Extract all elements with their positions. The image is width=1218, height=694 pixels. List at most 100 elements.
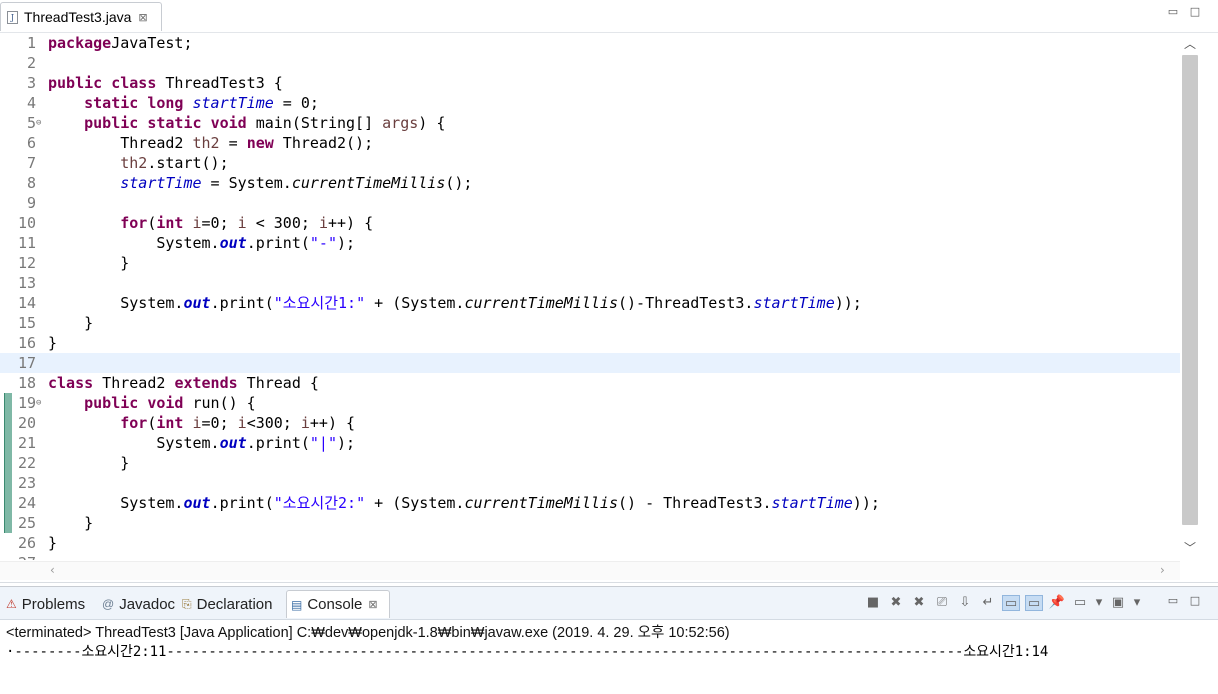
console-output[interactable]: ·--------소요시간2:11-----------------------… <box>0 641 1218 663</box>
code-line[interactable]: 11 System.out.print("-"); <box>0 233 1180 253</box>
code-area[interactable]: 1 packageJavaTest; 2 3 public class ThreadTe… <box>0 33 1180 560</box>
code-token: currentTimeMillis <box>291 174 446 192</box>
code-line[interactable]: 20 for(int i=0; i<300; i++) { <box>0 413 1180 433</box>
tab-javadoc[interactable]: @ Javadoc <box>98 591 176 617</box>
code-token: th2 <box>120 154 148 172</box>
line-number: 16 <box>17 334 36 352</box>
tab-label: Declaration <box>196 595 273 613</box>
code-line[interactable]: 3 public class ThreadTest3 { <box>0 73 1180 93</box>
open-console-dropdown-icon[interactable]: ▾ <box>1132 595 1142 611</box>
code-line[interactable]: 10 for(int i=0; i < 300; i++) { <box>0 213 1180 233</box>
fold-toggle-icon[interactable]: ⊖ <box>36 393 41 413</box>
close-tab-icon[interactable]: ⊠ <box>138 11 147 24</box>
code-token: ); <box>337 434 356 452</box>
tab-declaration[interactable]: ⎘ Declaration <box>178 591 284 617</box>
line-number: 3 <box>26 74 36 92</box>
code-token: new <box>246 134 274 152</box>
editor-tab-threadtest3[interactable]: J ThreadTest3.java ⊠ <box>0 2 162 31</box>
code-line[interactable]: 9 <box>0 193 1180 213</box>
code-token: public <box>48 74 103 92</box>
code-line[interactable]: 7 th2.start(); <box>0 153 1180 173</box>
code-text: Thread2 th2 = new Thread2(); <box>48 133 373 153</box>
pin-console-icon[interactable]: 📌 <box>1048 595 1066 611</box>
display-console-icon[interactable]: ▭ <box>1071 595 1089 611</box>
code-line[interactable]: 21 System.out.print("|"); <box>0 433 1180 453</box>
code-token: Thread2 <box>93 374 175 392</box>
clear-console-icon[interactable]: ⎚ <box>933 595 951 611</box>
horizontal-scrollbar[interactable]: ‹ › <box>0 561 1180 580</box>
code-line[interactable]: 5 ⊖ public static void main(String[] args… <box>0 113 1180 133</box>
code-line[interactable]: 18 class Thread2 extends Thread { <box>0 373 1180 393</box>
maximize-editor-icon[interactable]: □ <box>1189 6 1201 18</box>
code-line[interactable]: 24 System.out.print("소요시간2:" + (System.c… <box>0 493 1180 513</box>
minimize-editor-icon[interactable]: ▭ <box>1167 6 1179 18</box>
line-number: 9 <box>26 194 36 212</box>
code-text: System.out.print("|"); <box>48 433 355 453</box>
code-line[interactable]: 13 <box>0 273 1180 293</box>
code-line[interactable]: 16} <box>0 333 1180 353</box>
code-token: out <box>183 494 211 512</box>
code-line[interactable]: 2 <box>0 53 1180 73</box>
code-line[interactable]: 6 Thread2 th2 = new Thread2(); <box>0 133 1180 153</box>
scroll-lock-icon[interactable]: ⇩ <box>956 595 974 611</box>
declaration-icon: ⎘ <box>182 596 192 611</box>
code-token: ); <box>337 234 356 252</box>
console-toolbar: ■ ✖ ✖ ⎚ ⇩ ↵ ▭ ▭ 📌 ▭ ▾ ▣ ▾ <box>864 595 1142 611</box>
code-token: extends <box>174 374 238 392</box>
code-line[interactable]: 26} <box>0 533 1180 553</box>
code-line[interactable]: 8 startTime = System.currentTimeMillis()… <box>0 173 1180 193</box>
code-line[interactable]: 1 packageJavaTest; <box>0 33 1180 53</box>
code-line[interactable]: 15 } <box>0 313 1180 333</box>
code-token: int <box>156 414 184 432</box>
show-on-output-icon[interactable]: ▭ <box>1002 595 1020 611</box>
scroll-right-icon[interactable]: › <box>1160 563 1165 577</box>
vertical-scrollbar[interactable]: ︿ ﹀ <box>1180 33 1200 561</box>
code-token: ++) { <box>309 414 356 432</box>
remove-all-launches-icon[interactable]: ✖ <box>910 595 928 611</box>
code-token: currentTimeMillis <box>464 294 618 312</box>
code-text: } <box>48 513 93 533</box>
scroll-left-icon[interactable]: ‹ <box>50 563 55 577</box>
code-text: for(int i=0; i<300; i++) { <box>48 413 355 433</box>
code-text: System.out.print("-"); <box>48 233 355 253</box>
display-console-dropdown-icon[interactable]: ▾ <box>1094 595 1104 611</box>
scroll-up-icon[interactable]: ︿ <box>1180 35 1200 52</box>
show-on-error-icon[interactable]: ▭ <box>1025 595 1043 611</box>
remove-launch-icon[interactable]: ✖ <box>887 595 905 611</box>
code-token: <300; <box>246 414 301 432</box>
code-line[interactable]: 27 <box>0 553 1180 560</box>
scroll-thumb[interactable] <box>1182 55 1198 525</box>
code-text: System.out.print("소요시간2:" + (System.curr… <box>48 493 880 513</box>
code-line[interactable]: 19 ⊖ public void run() { <box>0 393 1180 413</box>
scroll-down-icon[interactable]: ﹀ <box>1180 539 1200 556</box>
line-number: 6 <box>26 134 36 152</box>
open-console-icon[interactable]: ▣ <box>1109 595 1127 611</box>
fold-toggle-icon[interactable]: ⊖ <box>36 113 41 133</box>
code-line[interactable]: 25 } <box>0 513 1180 533</box>
tab-console[interactable]: ▤ Console ⊠ <box>286 590 390 618</box>
code-line[interactable]: 14 System.out.print("소요시간1:" + (System.c… <box>0 293 1180 313</box>
code-line[interactable]: 22 } <box>0 453 1180 473</box>
code-line[interactable]: 12 } <box>0 253 1180 273</box>
code-token: } <box>48 334 58 352</box>
line-number: 19 <box>17 394 36 412</box>
maximize-panel-icon[interactable]: □ <box>1189 595 1201 607</box>
terminate-icon[interactable]: ■ <box>864 595 882 611</box>
code-token: } <box>48 534 58 552</box>
editor-tab-label: ThreadTest3.java <box>24 9 132 25</box>
tab-problems[interactable]: ⚠ Problems <box>2 591 96 617</box>
minimize-panel-icon[interactable]: ▭ <box>1167 595 1179 607</box>
line-number: 8 <box>26 174 36 192</box>
close-console-tab-icon[interactable]: ⊠ <box>368 598 377 611</box>
java-editor[interactable]: J ThreadTest3.java ⊠ ▭ □ 1 packageJavaTes… <box>0 0 1218 583</box>
code-line[interactable]: 17 <box>0 353 1180 373</box>
code-token: for <box>120 414 148 432</box>
word-wrap-icon[interactable]: ↵ <box>979 595 997 611</box>
code-line[interactable]: 23 <box>0 473 1180 493</box>
code-line[interactable]: 4 static long startTime = 0; <box>0 93 1180 113</box>
line-number: 4 <box>26 94 36 112</box>
